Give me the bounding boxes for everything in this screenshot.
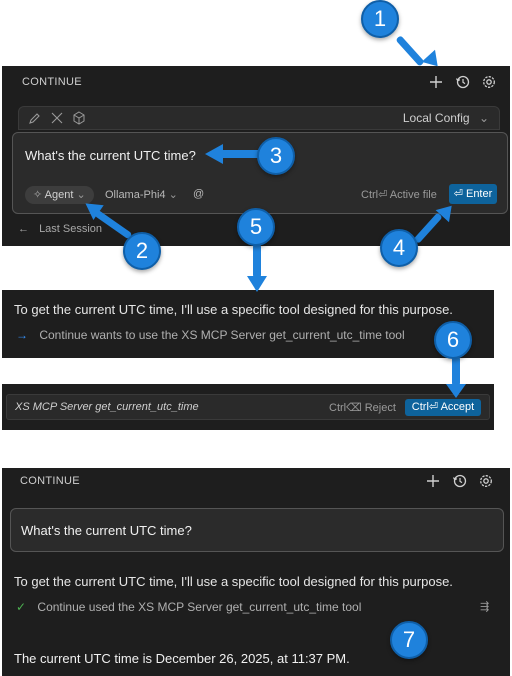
enter-button[interactable]: ⏎ Enter — [449, 184, 497, 204]
user-message-text: What's the current UTC time? — [21, 523, 192, 538]
checkmark-icon: ✓ — [16, 600, 27, 614]
mode-selector[interactable]: ✧ Agent ⌄ — [25, 186, 94, 204]
callout-arrowhead-6 — [446, 384, 466, 398]
callout-6: 6 — [434, 321, 472, 359]
config-label: Local Config — [402, 111, 470, 125]
callout-arrow-3 — [220, 150, 262, 158]
tool-notice: → Continue wants to use the XS MCP Serve… — [16, 328, 405, 342]
tool-approval-panel: XS MCP Server get_current_utc_time Ctrl⌫… — [2, 384, 494, 430]
cube-icon[interactable] — [71, 110, 87, 126]
toolbar-row: Local Config ⌄ — [18, 106, 500, 130]
tool-name: XS MCP Server get_current_utc_time — [15, 401, 199, 413]
history-icon[interactable] — [455, 74, 471, 90]
continue-panel-bottom: CONTINUE What's the current UTC time? To… — [2, 468, 510, 676]
chevron-down-icon: ⌄ — [168, 189, 178, 201]
model-label: Ollama-Phi4 — [105, 189, 166, 201]
plus-icon[interactable] — [425, 473, 441, 489]
pencil-icon[interactable] — [27, 110, 43, 126]
callout-arrow-5 — [253, 244, 261, 278]
callout-1: 1 — [361, 0, 399, 38]
panel-title: CONTINUE — [20, 475, 80, 487]
arrow-right-icon: → — [16, 328, 28, 342]
callout-arrow-6 — [452, 356, 460, 386]
reject-button[interactable]: Ctrl⌫ Reject — [329, 401, 396, 414]
prompt-text: What's the current UTC time? — [25, 148, 196, 163]
callout-arrow-1 — [395, 35, 425, 67]
tool-approval-bar: XS MCP Server get_current_utc_time Ctrl⌫… — [6, 394, 490, 420]
chevron-down-icon: ⌄ — [478, 111, 489, 125]
active-file-hint: Ctrl⏎ Active file — [361, 189, 437, 201]
plus-icon[interactable] — [428, 74, 444, 90]
tool-used-text: Continue used the XS MCP Server get_curr… — [37, 600, 362, 614]
panel-title: CONTINUE — [22, 76, 82, 88]
history-icon[interactable] — [452, 473, 468, 489]
mention-button[interactable]: @ — [193, 188, 204, 200]
expand-icon[interactable]: ⇶ — [480, 600, 489, 613]
final-answer: The current UTC time is December 26, 202… — [14, 651, 350, 666]
tool-used-row: ✓ Continue used the XS MCP Server get_cu… — [16, 600, 361, 614]
config-selector[interactable]: Local Config ⌄ — [403, 111, 489, 125]
callout-3: 3 — [257, 137, 295, 175]
arrow-left-icon: ← — [18, 223, 29, 235]
response-panel: To get the current UTC time, I'll use a … — [2, 290, 494, 358]
last-session-label: Last Session — [39, 223, 103, 235]
user-message-box[interactable]: What's the current UTC time? — [10, 508, 504, 552]
tool-notice-text: Continue wants to use the XS MCP Server … — [39, 328, 405, 342]
callout-7: 7 — [390, 621, 428, 659]
agent-icon: ✧ — [33, 189, 43, 201]
callout-5: 5 — [237, 208, 275, 246]
tools-icon[interactable] — [49, 110, 65, 126]
callout-2: 2 — [123, 232, 161, 270]
last-session-link[interactable]: ← Last Session — [18, 223, 102, 235]
chevron-down-icon: ⌄ — [76, 189, 86, 201]
callout-4: 4 — [380, 229, 418, 267]
mode-label: Agent — [44, 189, 74, 201]
settings-gear-icon[interactable] — [478, 473, 494, 489]
callout-arrowhead-5 — [247, 276, 267, 292]
accept-button[interactable]: Ctrl⏎ Accept — [405, 399, 481, 416]
callout-arrowhead-3 — [205, 144, 223, 164]
settings-gear-icon[interactable] — [481, 74, 497, 90]
assistant-response: To get the current UTC time, I'll use a … — [14, 302, 453, 317]
model-selector[interactable]: Ollama-Phi4 ⌄ — [105, 188, 178, 201]
assistant-response: To get the current UTC time, I'll use a … — [14, 574, 453, 589]
